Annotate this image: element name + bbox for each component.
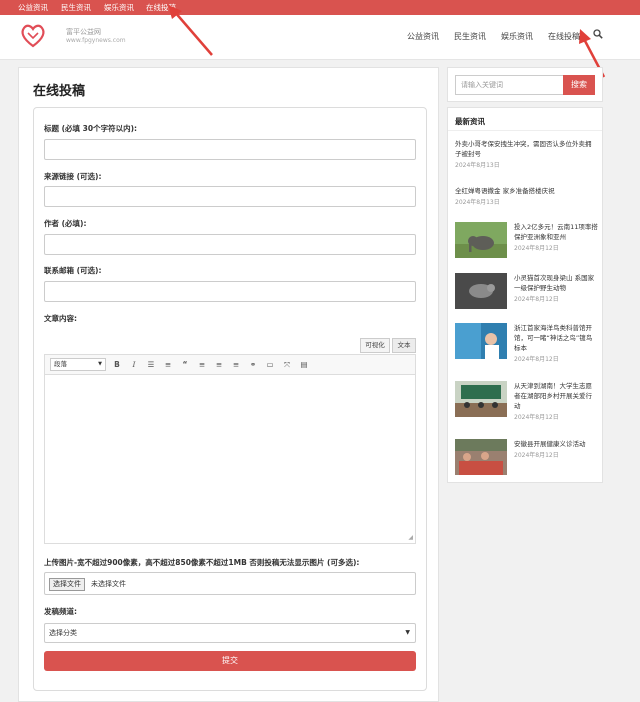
- title-input[interactable]: [44, 139, 416, 160]
- numbered-list-icon[interactable]: ≡: [162, 358, 174, 371]
- news-item-title[interactable]: 外卖小哥考保安拽生冲突，需固否认多位外卖拥子被封号: [455, 139, 597, 159]
- author-input[interactable]: [44, 234, 416, 255]
- resize-handle-icon[interactable]: ◢: [408, 534, 413, 541]
- rich-text-editor: 段落 ▼ B I ☰ ≡ “ ≡ ≡ ≡ ⚭ ▭ ⤧ ▤ ◢: [44, 354, 416, 544]
- news-item-title[interactable]: 小灵猫首次现身梁山 系国家一级保护野生动物: [514, 273, 598, 293]
- submission-form: 标题 (必填 30个字符以内): 来源链接 (可选): 作者 (必填): 联系邮…: [33, 107, 427, 691]
- caret-down-icon: ▼: [98, 361, 102, 367]
- nav-link-entertainment-news[interactable]: 娱乐资讯: [501, 31, 533, 42]
- news-thumbnail-civet[interactable]: [455, 273, 507, 309]
- editor-content-area[interactable]: [45, 375, 415, 543]
- sidebar-search-button[interactable]: 搜索: [563, 75, 595, 95]
- file-status: 未选择文件: [91, 580, 126, 588]
- submit-button[interactable]: 提交: [44, 651, 416, 671]
- site-header: 富平公益网 www.fpgynews.com 公益资讯 民生资讯 娱乐资讯 在线…: [0, 15, 640, 60]
- news-item[interactable]: 从天津到湖南！大学生志愿者在湖部阳乡村开展关爱行动 2024年8月12日: [514, 381, 598, 421]
- topbar-link-entertainment-news[interactable]: 娱乐资讯: [104, 2, 134, 13]
- email-input[interactable]: [44, 281, 416, 302]
- site-url: www.fpgynews.com: [66, 37, 126, 44]
- news-item[interactable]: 浙江首家海洋鸟类科普馆开馆，可一睹“神话之鸟”镀鸟标本 2024年8月12日: [514, 323, 598, 363]
- news-item-title[interactable]: 浙江首家海洋鸟类科普馆开馆，可一睹“神话之鸟”镀鸟标本: [514, 323, 598, 353]
- blockquote-icon[interactable]: “: [179, 358, 191, 371]
- paragraph-format-select[interactable]: 段落 ▼: [50, 358, 106, 371]
- news-item[interactable]: 小灵猫首次现身梁山 系国家一级保护野生动物 2024年8月12日: [514, 273, 598, 303]
- content-label: 文章内容:: [44, 314, 77, 323]
- source-link-label: 来源链接 (可选):: [44, 172, 102, 181]
- tab-visual[interactable]: 可视化: [360, 338, 390, 353]
- link-icon[interactable]: ⚭: [247, 358, 259, 371]
- news-item[interactable]: 投入2亿多元！云南11项率搭保护亚洲象和亚州 2024年8月12日: [514, 222, 598, 252]
- toolbar-toggle-icon[interactable]: ▤: [298, 358, 310, 371]
- site-name: 富平公益网: [66, 28, 101, 36]
- news-item-date: 2024年8月12日: [514, 296, 559, 303]
- sidebar-search-widget: 请输入关键词 搜索: [447, 67, 603, 102]
- italic-icon[interactable]: I: [128, 358, 140, 371]
- news-item-date: 2024年8月12日: [514, 452, 559, 459]
- search-icon[interactable]: [593, 29, 603, 39]
- channel-selected-value: 选择分类: [49, 629, 77, 637]
- bold-icon[interactable]: B: [111, 358, 123, 371]
- news-item-title[interactable]: 从天津到湖南！大学生志愿者在湖部阳乡村开展关爱行动: [514, 381, 598, 411]
- topbar-link-charity-news[interactable]: 公益资讯: [18, 2, 48, 13]
- align-left-icon[interactable]: ≡: [196, 358, 208, 371]
- paragraph-format-value: 段落: [54, 360, 67, 368]
- nav-link-livelihood-news[interactable]: 民生资讯: [454, 31, 486, 42]
- caret-down-icon: ▼: [405, 629, 410, 636]
- align-center-icon[interactable]: ≡: [213, 358, 225, 371]
- upload-label: 上传图片-宽不超过900像素，高不超过850像素不超过1MB 否则投稿无法显示图…: [44, 558, 360, 567]
- news-item-date: 2024年8月12日: [514, 356, 559, 363]
- editor-toolbar: 段落 ▼ B I ☰ ≡ “ ≡ ≡ ≡ ⚭ ▭ ⤧ ▤: [45, 355, 415, 375]
- main-content: 在线投稿 标题 (必填 30个字符以内): 来源链接 (可选): 作者 (必填)…: [18, 67, 439, 702]
- choose-file-button[interactable]: 选择文件: [49, 578, 85, 591]
- nav-link-charity-news[interactable]: 公益资讯: [407, 31, 439, 42]
- news-item-date: 2024年8月12日: [514, 414, 559, 421]
- news-thumbnail-clinic[interactable]: [455, 439, 507, 475]
- news-thumbnail-bird-museum[interactable]: [455, 323, 507, 359]
- news-item-date: 2024年8月13日: [455, 199, 500, 206]
- fullscreen-icon[interactable]: ⤧: [281, 358, 293, 371]
- topbar-link-livelihood-news[interactable]: 民生资讯: [61, 2, 91, 13]
- divider: [448, 130, 602, 131]
- more-tag-icon[interactable]: ▭: [264, 358, 276, 371]
- channel-select[interactable]: 选择分类 ▼: [44, 623, 416, 643]
- nav-link-submit-online[interactable]: 在线投稿: [548, 31, 580, 42]
- image-upload-field: 选择文件 未选择文件: [44, 572, 416, 595]
- author-label: 作者 (必填):: [44, 219, 87, 228]
- channel-label: 发稿频道:: [44, 607, 77, 616]
- news-thumbnail-classroom[interactable]: [455, 381, 507, 417]
- sidebar-search-input[interactable]: 请输入关键词: [455, 75, 563, 95]
- latest-news-widget: 最新资讯 外卖小哥考保安拽生冲突，需固否认多位外卖拥子被封号 2024年8月13…: [447, 107, 603, 483]
- source-link-input[interactable]: [44, 186, 416, 207]
- bulleted-list-icon[interactable]: ☰: [145, 358, 157, 371]
- title-label: 标题 (必填 30个字符以内):: [44, 124, 138, 133]
- site-logo[interactable]: [18, 21, 48, 51]
- email-label: 联系邮箱 (可选):: [44, 266, 102, 275]
- news-item-title[interactable]: 全红婵粤语撒金 家乡准备搭楼庆祝: [455, 186, 597, 196]
- news-item-date: 2024年8月12日: [514, 245, 559, 252]
- news-item[interactable]: 全红婵粤语撒金 家乡准备搭楼庆祝 2024年8月13日: [455, 186, 597, 206]
- tab-text[interactable]: 文本: [392, 338, 416, 353]
- topbar-link-submit-online[interactable]: 在线投稿: [146, 2, 176, 13]
- news-item-date: 2024年8月13日: [455, 162, 500, 169]
- news-item-title[interactable]: 投入2亿多元！云南11项率搭保护亚洲象和亚州: [514, 222, 598, 242]
- align-right-icon[interactable]: ≡: [230, 358, 242, 371]
- page-title: 在线投稿: [33, 84, 86, 99]
- news-item-title[interactable]: 安徽县开展健康义诊活动: [514, 439, 598, 449]
- top-bar: 公益资讯 民生资讯 娱乐资讯 在线投稿: [0, 0, 640, 15]
- news-item[interactable]: 外卖小哥考保安拽生冲突，需固否认多位外卖拥子被封号 2024年8月13日: [455, 139, 597, 169]
- latest-news-heading: 最新资讯: [455, 117, 485, 126]
- news-item[interactable]: 安徽县开展健康义诊活动 2024年8月12日: [514, 439, 598, 459]
- news-thumbnail-elephants[interactable]: [455, 222, 507, 258]
